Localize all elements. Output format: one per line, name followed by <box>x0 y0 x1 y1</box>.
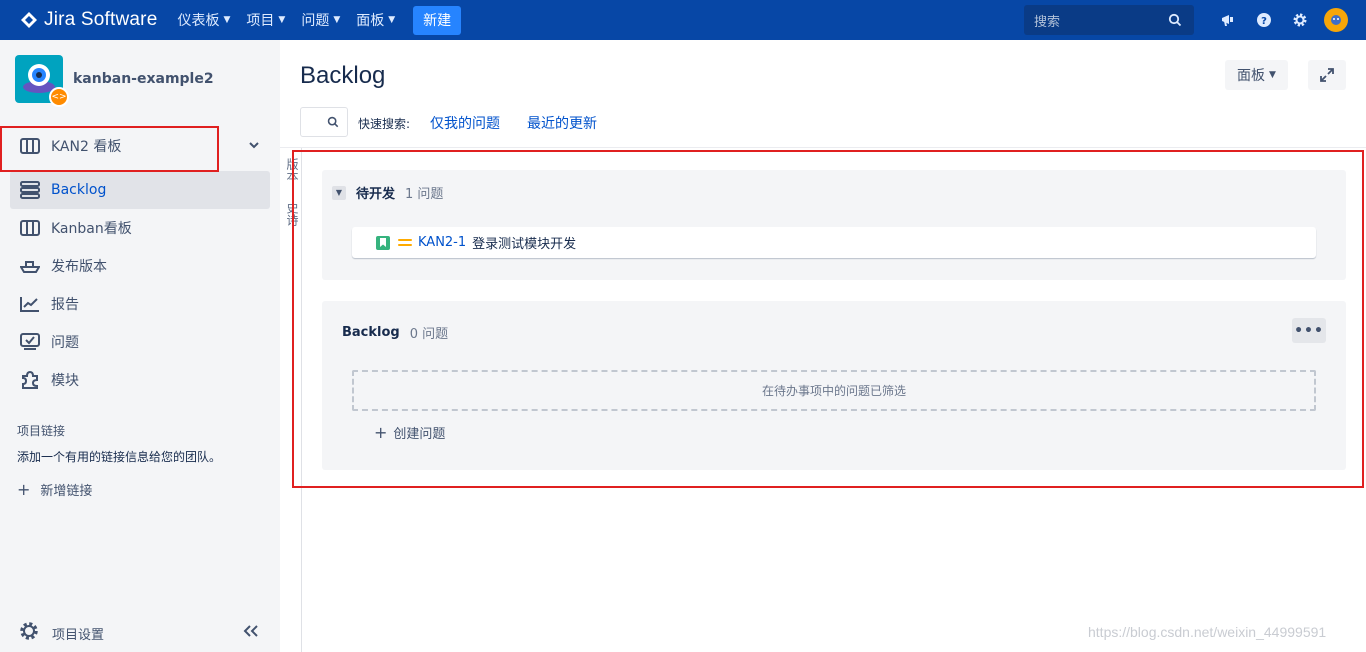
sidebar-item-label: Backlog <box>51 182 107 198</box>
nav-label: 仪表板 <box>177 13 220 29</box>
expand-icon <box>1320 68 1334 82</box>
sidebar-item-label: Kanban看板 <box>51 221 132 237</box>
chart-icon <box>18 292 42 316</box>
sidebar-item-reports[interactable]: 报告 <box>10 285 270 323</box>
jira-logo[interactable]: Jira Software <box>20 9 157 31</box>
code-badge-icon: <> <box>49 87 69 107</box>
search-icon <box>1168 13 1182 27</box>
chevron-down-icon: ▼ <box>223 15 231 25</box>
nav-label: 问题 <box>301 13 330 29</box>
highlight-box <box>0 126 219 172</box>
ship-icon <box>18 254 42 278</box>
sidebar-item-label: 发布版本 <box>51 259 107 275</box>
avatar-icon <box>1324 8 1348 32</box>
sidebar-item-label: 报告 <box>51 297 79 313</box>
nav-dashboards[interactable]: 仪表板 ▼ <box>169 0 238 40</box>
highlight-box <box>292 150 1364 488</box>
backlog-icon <box>18 178 42 202</box>
settings-gear-icon[interactable] <box>1282 0 1318 40</box>
settings-label: 项目设置 <box>52 627 105 643</box>
collapse-sidebar-icon[interactable] <box>242 624 260 642</box>
project-name: kanban-example2 <box>73 71 214 87</box>
watermark-text: https://blog.csdn.net/weixin_44999591 <box>1088 624 1327 640</box>
board-dropdown-button[interactable]: 面板 ▼ <box>1225 60 1288 90</box>
gear-icon <box>18 620 40 646</box>
chevron-down-icon: ▼ <box>278 15 286 25</box>
nav-projects[interactable]: 项目 ▼ <box>238 0 293 40</box>
svg-text:?: ? <box>1261 16 1267 27</box>
search-placeholder: 搜索 <box>1034 14 1061 30</box>
filter-only-my-issues[interactable]: 仅我的问题 <box>430 113 500 133</box>
project-avatar: <> <box>15 55 69 107</box>
chevron-down-icon: ▼ <box>333 15 341 25</box>
nav-boards[interactable]: 面板 ▼ <box>348 0 403 40</box>
page-title: Backlog <box>300 62 386 89</box>
chevron-down-icon <box>249 142 259 149</box>
issues-icon <box>18 330 42 354</box>
fullscreen-button[interactable] <box>1308 60 1346 90</box>
chevron-down-icon: ▼ <box>1269 70 1276 80</box>
add-link-label: 新增链接 <box>40 484 93 499</box>
sidebar-item-kanban-board[interactable]: Kanban看板 <box>10 209 270 247</box>
project-links-description: 添加一个有用的链接信息给您的团队。 <box>17 450 222 464</box>
sidebar-item-issues[interactable]: 问题 <box>10 323 270 361</box>
help-icon[interactable]: ? <box>1246 0 1282 40</box>
puzzle-icon <box>18 368 42 392</box>
nav-issues[interactable]: 问题 ▼ <box>293 0 348 40</box>
create-button[interactable]: 新建 <box>413 5 462 35</box>
notifications-icon[interactable] <box>1210 0 1246 40</box>
chevron-down-icon: ▼ <box>388 15 396 25</box>
sidebar-item-backlog[interactable]: Backlog <box>10 171 270 209</box>
nav-label: 项目 <box>246 13 275 29</box>
plus-icon: + <box>17 480 31 499</box>
quick-search-label: 快速搜索: <box>358 117 411 131</box>
user-avatar[interactable] <box>1318 0 1354 40</box>
top-nav: Jira Software 仪表板 ▼ 项目 ▼ 问题 ▼ 面板 ▼ 新建 搜索 ? <box>0 0 1366 40</box>
sidebar-item-releases[interactable]: 发布版本 <box>10 247 270 285</box>
quick-search-input[interactable] <box>300 107 348 137</box>
board-button-label: 面板 <box>1237 68 1266 84</box>
add-link-button[interactable]: + 新增链接 <box>17 480 92 499</box>
logo-text: Jira Software <box>44 9 158 30</box>
project-settings-button[interactable]: 项目设置 <box>18 620 104 646</box>
search-input[interactable]: 搜索 <box>1024 5 1194 35</box>
sidebar-item-label: 问题 <box>51 335 79 351</box>
jira-logo-icon <box>21 12 37 28</box>
divider <box>280 147 1366 148</box>
sidebar-item-label: 模块 <box>51 373 79 389</box>
nav-label: 面板 <box>356 13 385 29</box>
filter-recently-updated[interactable]: 最近的更新 <box>527 113 597 133</box>
board-icon <box>18 216 42 240</box>
project-header[interactable]: <> kanban-example2 <box>15 55 214 107</box>
project-links-title: 项目链接 <box>17 424 66 438</box>
search-icon <box>327 116 339 128</box>
sidebar-item-components[interactable]: 模块 <box>10 361 270 399</box>
